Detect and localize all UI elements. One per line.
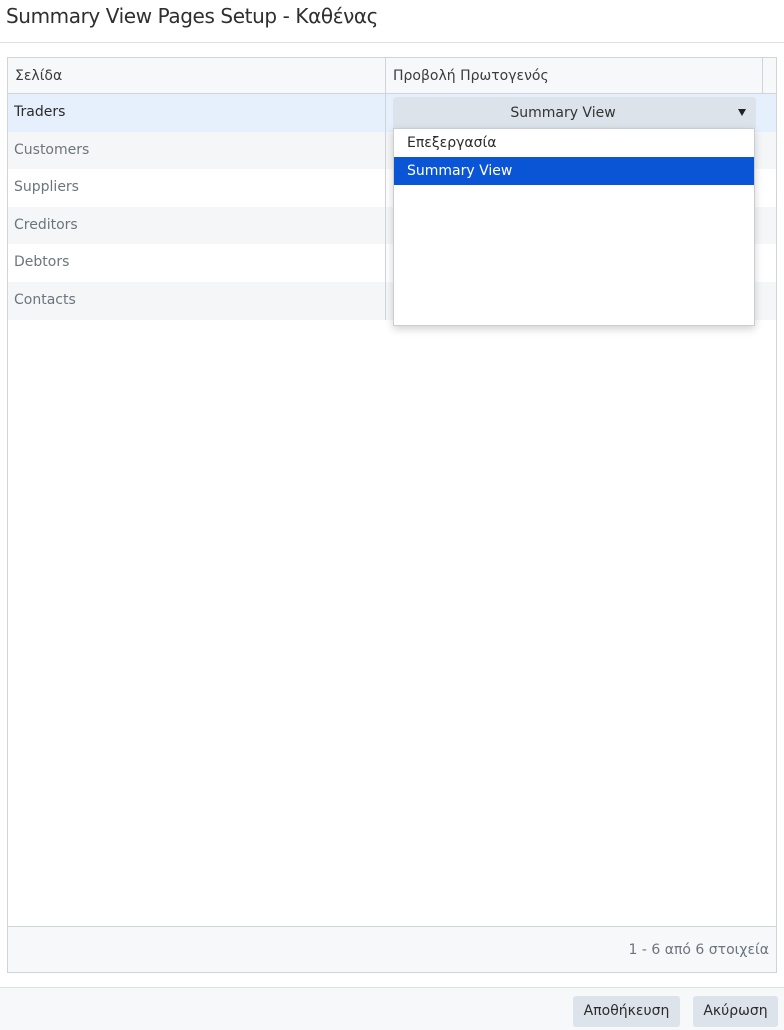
dialog-title-bar: Summary View Pages Setup - Καθένας <box>0 0 784 43</box>
setup-dialog: Summary View Pages Setup - Καθένας Σελίδ… <box>0 0 784 1030</box>
page-cell[interactable]: Creditors <box>8 206 386 245</box>
table-row[interactable]: Traders Summary View <box>8 94 776 132</box>
page-cell[interactable]: Traders <box>8 94 386 132</box>
dialog-title: Summary View Pages Setup - Καθένας <box>6 4 379 28</box>
save-button[interactable]: Αποθήκευση <box>573 996 680 1027</box>
page-cell[interactable]: Debtors <box>8 244 386 282</box>
page-cell[interactable]: Contacts <box>8 281 386 320</box>
page-cell[interactable]: Customers <box>8 131 386 170</box>
column-header-page[interactable]: Σελίδα <box>8 58 386 94</box>
primary-view-select[interactable]: Summary View <box>393 97 756 129</box>
cancel-button[interactable]: Ακύρωση <box>693 996 778 1027</box>
caret-down-icon[interactable] <box>738 109 746 116</box>
dropdown-option-edit[interactable]: Επεξεργασία <box>394 129 754 157</box>
pager-info: 1 - 6 από 6 στοιχεία <box>628 942 769 958</box>
primary-view-select-value: Summary View <box>510 105 616 121</box>
column-header-primary-view[interactable]: Προβολή Πρωτογενός <box>386 58 763 94</box>
dialog-action-bar: Αποθήκευση Ακύρωση <box>0 987 784 1030</box>
grid-header: Σελίδα Προβολή Πρωτογενός <box>8 58 776 94</box>
grid-pager: 1 - 6 από 6 στοιχεία <box>8 926 776 972</box>
dropdown-option-summary-view[interactable]: Summary View <box>394 157 754 185</box>
primary-view-dropdown-list: Επεξεργασία Summary View <box>393 128 755 326</box>
page-cell[interactable]: Suppliers <box>8 169 386 207</box>
